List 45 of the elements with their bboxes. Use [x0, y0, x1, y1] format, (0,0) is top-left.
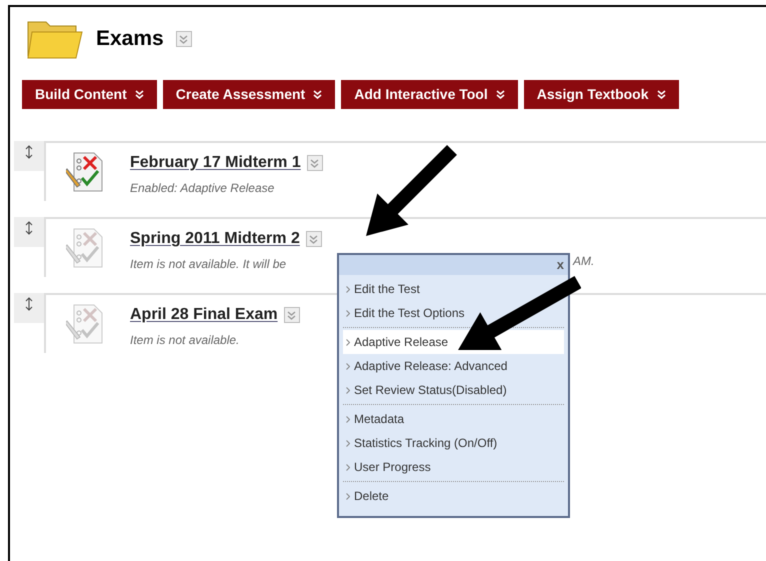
chevron-icon	[313, 90, 322, 99]
dropdown-button[interactable]	[306, 155, 323, 171]
toolbar-button[interactable]: Create Assessment	[162, 80, 336, 109]
chevron-icon	[346, 492, 350, 500]
chevron-icon	[346, 416, 350, 422]
toolbar-button[interactable]: Build Content	[22, 80, 157, 109]
chevron-icon	[346, 338, 350, 346]
chevron-icon	[309, 234, 318, 244]
menu-item[interactable]: Statistics Tracking (On/Off)	[354, 434, 498, 452]
item-title-link[interactable]: Spring 2011 Midterm 2	[130, 227, 300, 251]
chevron-icon	[287, 310, 296, 320]
item-status-text: Enabled: Adaptive Release	[130, 180, 276, 197]
menu-item[interactable]: User Progress	[354, 458, 431, 476]
menu-item[interactable]: Set Review Status(Disabled)	[354, 381, 507, 399]
chevron-icon	[346, 310, 350, 316]
page-title: Exams	[96, 26, 164, 52]
drag-handle[interactable]	[14, 293, 44, 323]
dropdown-button[interactable]	[306, 231, 322, 247]
chevron-icon	[656, 90, 666, 99]
chevron-icon	[179, 34, 188, 44]
chevron-icon	[496, 90, 505, 99]
drag-handle[interactable]	[14, 141, 44, 171]
dropdown-button[interactable]	[284, 307, 300, 323]
chevron-icon	[346, 362, 350, 370]
dropdown-button[interactable]	[176, 31, 192, 47]
item-status-text: Item is not available.	[130, 332, 240, 349]
item-title-link[interactable]: April 28 Final Exam	[130, 303, 278, 327]
chevron-icon	[346, 440, 350, 446]
chevron-icon	[346, 386, 350, 394]
chevron-icon	[134, 90, 144, 99]
menu-item[interactable]: Delete	[354, 487, 389, 505]
menu-item[interactable]: Adaptive Release: Advanced	[354, 357, 508, 375]
toolbar-button[interactable]: Assign Textbook	[524, 80, 679, 109]
chevron-icon	[310, 158, 320, 168]
drag-handle[interactable]	[14, 217, 44, 247]
item-status-text: AM.	[573, 253, 594, 270]
toolbar-button[interactable]: Add Interactive Tool	[341, 80, 518, 109]
item-title-link[interactable]: February 17 Midterm 1	[130, 151, 301, 175]
item-status-text: Item is not available. It will be	[130, 256, 288, 273]
close-button[interactable]: x	[556, 255, 564, 275]
chevron-icon	[346, 286, 350, 292]
menu-item[interactable]: Edit the Test	[354, 280, 420, 298]
menu-item[interactable]: Metadata	[354, 410, 404, 428]
menu-item[interactable]: Edit the Test Options	[354, 304, 465, 322]
chevron-icon	[346, 464, 350, 470]
